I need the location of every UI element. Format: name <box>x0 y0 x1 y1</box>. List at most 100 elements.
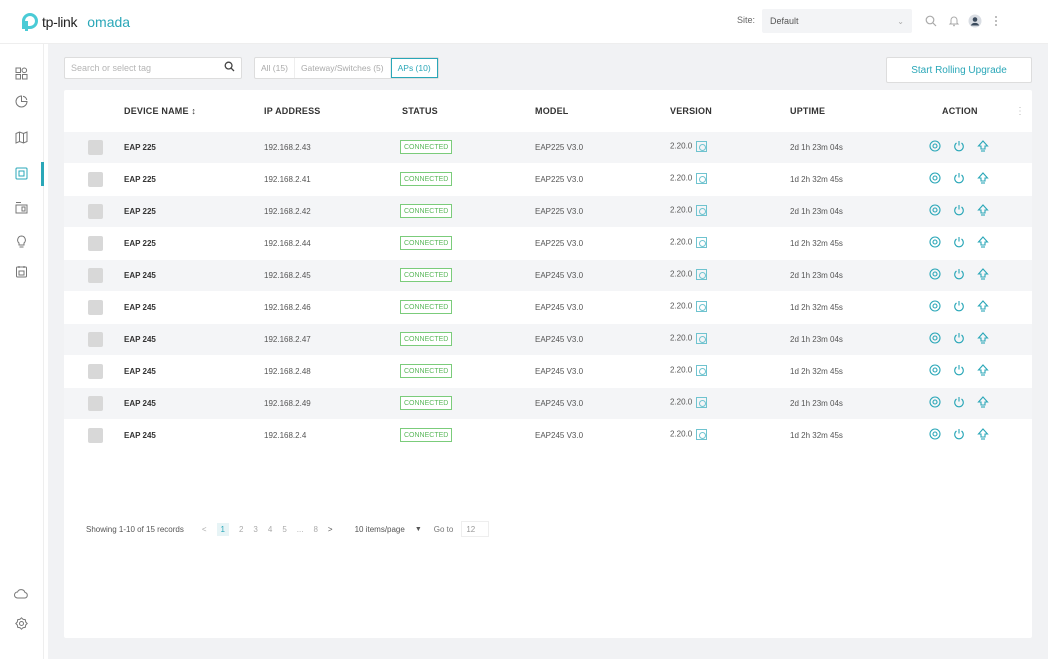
locate-icon[interactable] <box>928 395 942 409</box>
upgrade-icon[interactable] <box>976 363 990 377</box>
next-page-button[interactable]: > <box>328 525 333 534</box>
firmware-upgrade-icon[interactable] <box>696 301 708 312</box>
firmware-upgrade-icon[interactable] <box>696 365 708 376</box>
prev-page-button[interactable]: < <box>202 525 207 534</box>
firmware-upgrade-icon[interactable] <box>696 141 708 152</box>
map-icon[interactable] <box>10 126 32 148</box>
reboot-icon[interactable] <box>952 203 966 217</box>
dashboard-icon[interactable] <box>10 62 32 84</box>
device-name[interactable]: EAP 245 <box>124 367 156 376</box>
devices-icon[interactable] <box>10 162 32 184</box>
upgrade-icon[interactable] <box>976 139 990 153</box>
logo[interactable]: tp-link omada <box>22 12 130 31</box>
device-name[interactable]: EAP 245 <box>124 271 156 280</box>
page-2[interactable]: 2 <box>239 525 243 534</box>
table-row[interactable]: EAP 225 192.168.2.42 CONNECTED EAP225 V3.0 2… <box>64 196 1032 227</box>
page-5[interactable]: 5 <box>282 525 286 534</box>
filter-all[interactable]: All (15) <box>255 58 295 78</box>
firmware-upgrade-icon[interactable] <box>696 269 708 280</box>
firmware-upgrade-icon[interactable] <box>696 429 708 440</box>
locate-icon[interactable] <box>928 363 942 377</box>
reboot-icon[interactable] <box>952 363 966 377</box>
page-4[interactable]: 4 <box>268 525 272 534</box>
table-row[interactable]: EAP 245 192.168.2.4 CONNECTED EAP245 V3.0 2.… <box>64 420 1032 451</box>
table-row[interactable]: EAP 245 192.168.2.48 CONNECTED EAP245 V3.0 2… <box>64 356 1032 387</box>
locate-icon[interactable] <box>928 171 942 185</box>
search-box[interactable] <box>64 57 242 79</box>
locate-icon[interactable] <box>928 299 942 313</box>
locate-icon[interactable] <box>928 235 942 249</box>
column-device-name[interactable]: DEVICE NAME ↕ <box>124 106 196 116</box>
start-rolling-upgrade-button[interactable]: Start Rolling Upgrade <box>886 57 1032 83</box>
cloud-icon[interactable] <box>10 582 32 604</box>
column-model[interactable]: MODEL <box>535 106 569 116</box>
column-version[interactable]: VERSION <box>670 106 712 116</box>
reboot-icon[interactable] <box>952 139 966 153</box>
reboot-icon[interactable] <box>952 235 966 249</box>
log-icon[interactable] <box>10 260 32 282</box>
firmware-upgrade-icon[interactable] <box>696 237 708 248</box>
settings-icon[interactable] <box>10 612 32 634</box>
device-name[interactable]: EAP 245 <box>124 399 156 408</box>
locate-icon[interactable] <box>928 267 942 281</box>
upgrade-icon[interactable] <box>976 235 990 249</box>
column-settings-icon[interactable]: ⋮ <box>1015 106 1025 117</box>
page-3[interactable]: 3 <box>253 525 257 534</box>
filter-aps[interactable]: APs (10) <box>390 58 438 78</box>
reboot-icon[interactable] <box>952 395 966 409</box>
table-row[interactable]: EAP 225 192.168.2.43 CONNECTED EAP225 V3.0 2… <box>64 132 1032 163</box>
table-row[interactable]: EAP 225 192.168.2.41 CONNECTED EAP225 V3.0 2… <box>64 164 1032 195</box>
reboot-icon[interactable] <box>952 299 966 313</box>
device-name[interactable]: EAP 245 <box>124 335 156 344</box>
search-input[interactable] <box>71 63 211 73</box>
upgrade-icon[interactable] <box>976 171 990 185</box>
firmware-upgrade-icon[interactable] <box>696 397 708 408</box>
device-name[interactable]: EAP 225 <box>124 239 156 248</box>
upgrade-icon[interactable] <box>976 395 990 409</box>
site-select[interactable]: Default ⌄ <box>762 9 912 33</box>
page-8[interactable]: 8 <box>313 525 317 534</box>
avatar-icon[interactable] <box>966 12 984 30</box>
more-vertical-icon[interactable] <box>987 12 1005 30</box>
search-icon[interactable] <box>224 61 235 75</box>
locate-icon[interactable] <box>928 427 942 441</box>
upgrade-icon[interactable] <box>976 331 990 345</box>
reboot-icon[interactable] <box>952 331 966 345</box>
table-row[interactable]: EAP 245 192.168.2.49 CONNECTED EAP245 V3.0 2… <box>64 388 1032 419</box>
reboot-icon[interactable] <box>952 267 966 281</box>
upgrade-icon[interactable] <box>976 267 990 281</box>
chevron-down-icon[interactable]: ▼ <box>415 526 422 533</box>
locate-icon[interactable] <box>928 331 942 345</box>
device-name[interactable]: EAP 225 <box>124 143 156 152</box>
column-ip-address[interactable]: IP ADDRESS <box>264 106 321 116</box>
filter-gateway-switches[interactable]: Gateway/Switches (5) <box>295 58 391 78</box>
device-name[interactable]: EAP 245 <box>124 303 156 312</box>
clients-icon[interactable] <box>10 196 32 218</box>
table-row[interactable]: EAP 245 192.168.2.47 CONNECTED EAP245 V3.0 2… <box>64 324 1032 355</box>
device-name[interactable]: EAP 245 <box>124 431 156 440</box>
page-ellipsis[interactable]: ... <box>297 525 304 534</box>
page-1[interactable]: 1 <box>216 522 229 536</box>
column-status[interactable]: STATUS <box>402 106 438 116</box>
items-per-page-select[interactable]: 10 items/page <box>355 525 405 534</box>
table-row[interactable]: EAP 245 192.168.2.46 CONNECTED EAP245 V3.0 2… <box>64 292 1032 323</box>
statistics-icon[interactable] <box>10 90 32 112</box>
insight-icon[interactable] <box>10 230 32 252</box>
reboot-icon[interactable] <box>952 171 966 185</box>
table-row[interactable]: EAP 245 192.168.2.45 CONNECTED EAP245 V3.0 2… <box>64 260 1032 291</box>
upgrade-icon[interactable] <box>976 299 990 313</box>
bell-icon[interactable] <box>945 12 963 30</box>
firmware-upgrade-icon[interactable] <box>696 333 708 344</box>
firmware-upgrade-icon[interactable] <box>696 173 708 184</box>
firmware-upgrade-icon[interactable] <box>696 205 708 216</box>
upgrade-icon[interactable] <box>976 427 990 441</box>
device-name[interactable]: EAP 225 <box>124 207 156 216</box>
table-row[interactable]: EAP 225 192.168.2.44 CONNECTED EAP225 V3.0 2… <box>64 228 1032 259</box>
goto-page-input[interactable]: 12 <box>461 521 490 537</box>
locate-icon[interactable] <box>928 203 942 217</box>
device-name[interactable]: EAP 225 <box>124 175 156 184</box>
locate-icon[interactable] <box>928 139 942 153</box>
upgrade-icon[interactable] <box>976 203 990 217</box>
reboot-icon[interactable] <box>952 427 966 441</box>
column-uptime[interactable]: UPTIME <box>790 106 825 116</box>
